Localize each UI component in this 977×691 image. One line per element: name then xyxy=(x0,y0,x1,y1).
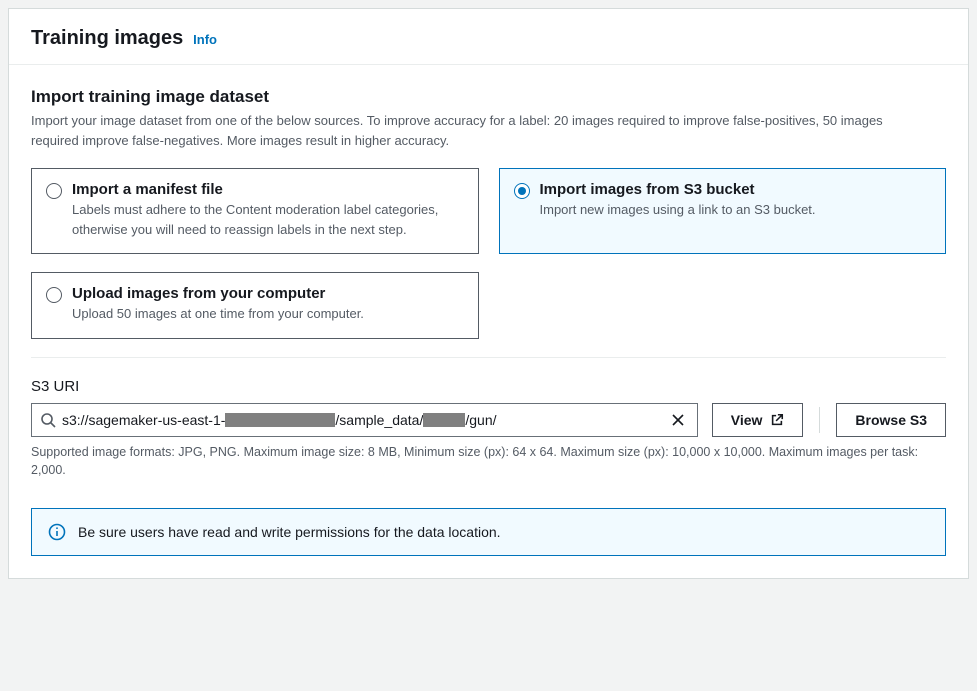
info-message: Be sure users have read and write permis… xyxy=(78,524,501,540)
info-icon xyxy=(48,523,66,541)
radio-icon xyxy=(46,287,62,303)
section-title: Import training image dataset xyxy=(31,87,946,107)
option-import-manifest[interactable]: Import a manifest file Labels must adher… xyxy=(31,168,479,254)
import-options-row2: Upload images from your computer Upload … xyxy=(31,272,946,339)
training-images-panel: Training images Info Import training ima… xyxy=(8,8,969,579)
panel-header: Training images Info xyxy=(9,9,968,65)
info-link[interactable]: Info xyxy=(193,32,217,47)
option-title: Import images from S3 bucket xyxy=(540,181,816,198)
option-title: Upload images from your computer xyxy=(72,285,364,302)
section-description: Import your image dataset from one of th… xyxy=(31,111,931,150)
s3-uri-input[interactable]: s3://sagemaker-us-east-1-/sample_data//g… xyxy=(31,403,698,437)
panel-title: Training images xyxy=(31,27,183,49)
panel-body: Import training image dataset Import you… xyxy=(9,65,968,578)
search-icon xyxy=(40,412,56,428)
import-options-row1: Import a manifest file Labels must adher… xyxy=(31,168,946,254)
radio-icon xyxy=(514,183,530,199)
clear-input-button[interactable] xyxy=(667,413,689,427)
view-button[interactable]: View xyxy=(712,403,804,437)
browse-s3-button[interactable]: Browse S3 xyxy=(836,403,946,437)
option-import-s3[interactable]: Import images from S3 bucket Import new … xyxy=(499,168,947,254)
permissions-info-box: Be sure users have read and write permis… xyxy=(31,508,946,556)
option-description: Upload 50 images at one time from your c… xyxy=(72,304,364,324)
s3-uri-value: s3://sagemaker-us-east-1-/sample_data//g… xyxy=(62,412,667,428)
redacted-segment xyxy=(225,413,335,427)
option-description: Labels must adhere to the Content modera… xyxy=(72,200,464,239)
option-description: Import new images using a link to an S3 … xyxy=(540,200,816,220)
option-upload-computer[interactable]: Upload images from your computer Upload … xyxy=(31,272,479,339)
s3-uri-row: s3://sagemaker-us-east-1-/sample_data//g… xyxy=(31,403,946,437)
button-separator xyxy=(819,407,820,433)
radio-icon xyxy=(46,183,62,199)
external-link-icon xyxy=(770,413,784,427)
s3-uri-helper: Supported image formats: JPG, PNG. Maxim… xyxy=(31,443,946,481)
s3-uri-label: S3 URI xyxy=(31,378,946,395)
redacted-segment xyxy=(423,413,465,427)
option-title: Import a manifest file xyxy=(72,181,464,198)
divider xyxy=(31,357,946,358)
